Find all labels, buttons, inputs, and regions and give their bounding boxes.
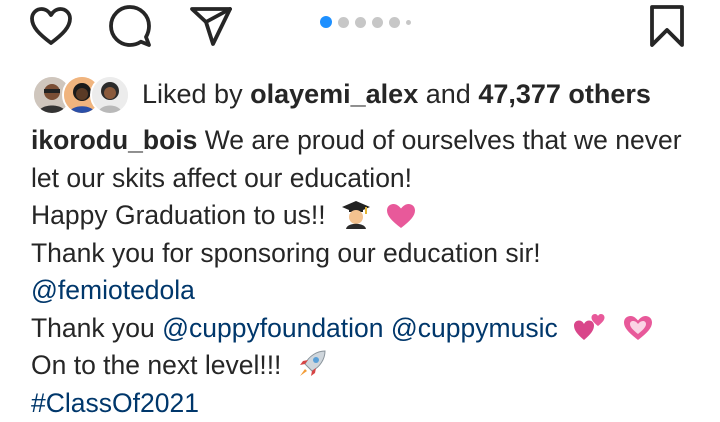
caption-line: #ClassOf2021 xyxy=(31,385,711,422)
paper-plane-icon xyxy=(189,5,233,47)
caption-text: On to the next level!!! xyxy=(31,350,281,380)
sparkling-heart-icon xyxy=(622,314,654,353)
caption-line: Thank you for sponsoring our education s… xyxy=(31,235,711,273)
mention-link[interactable]: @cuppyfoundation xyxy=(162,313,383,343)
graduate-emoji-icon xyxy=(341,199,371,240)
mention-link[interactable]: @femiotedola xyxy=(31,275,195,305)
rocket-icon xyxy=(297,349,327,390)
post-caption: ikorodu_bois We are proud of ourselves t… xyxy=(31,122,711,422)
carousel-dot[interactable] xyxy=(372,17,383,28)
caption-text: Thank you xyxy=(31,313,155,343)
caption-line: Happy Graduation to us!! xyxy=(31,197,711,235)
likes-prefix: Liked by xyxy=(142,79,243,109)
share-button[interactable] xyxy=(188,3,234,49)
caption-line: let our skits affect our education! xyxy=(31,160,711,198)
likes-summary[interactable]: Liked by olayemi_alex and 47,377 others xyxy=(32,74,651,114)
caption-line: On to the next level!!! xyxy=(31,347,711,385)
bookmark-outline-icon xyxy=(649,4,685,48)
carousel-indicator xyxy=(320,16,411,28)
caption-line: ikorodu_bois We are proud of ourselves t… xyxy=(31,122,711,160)
comment-button[interactable] xyxy=(107,3,153,49)
mention-link[interactable]: @cuppymusic xyxy=(391,313,558,343)
likes-count[interactable]: 47,377 others xyxy=(478,79,651,109)
two-hearts-icon xyxy=(573,312,607,353)
caption-text: We are proud of ourselves that we never xyxy=(205,125,682,155)
likes-and: and xyxy=(426,79,471,109)
caption-text: Happy Graduation to us!! xyxy=(31,200,326,230)
carousel-dot[interactable] xyxy=(406,20,411,25)
caption-text: let our skits affect our education! xyxy=(31,163,412,193)
save-button[interactable] xyxy=(644,3,690,49)
caption-text: Thank you for sponsoring our education s… xyxy=(31,238,541,268)
like-button[interactable] xyxy=(28,3,74,49)
post-action-bar xyxy=(0,0,720,60)
carousel-dot-active[interactable] xyxy=(320,16,332,28)
hashtag-link[interactable]: #ClassOf2021 xyxy=(31,388,199,418)
caption-username[interactable]: ikorodu_bois xyxy=(31,125,197,155)
carousel-dot[interactable] xyxy=(338,17,349,28)
comment-bubble-icon xyxy=(108,4,152,48)
liker-avatars xyxy=(32,74,128,114)
caption-line: @femiotedola xyxy=(31,272,711,310)
carousel-dot[interactable] xyxy=(389,17,400,28)
pink-heart-icon xyxy=(386,202,416,240)
avatar xyxy=(90,75,130,115)
liker-username[interactable]: olayemi_alex xyxy=(250,79,418,109)
caption-line: Thank you @cuppyfoundation @cuppymusic xyxy=(31,310,711,348)
carousel-dot[interactable] xyxy=(355,17,366,28)
heart-outline-icon xyxy=(29,6,73,46)
likes-text: Liked by olayemi_alex and 47,377 others xyxy=(142,79,651,110)
